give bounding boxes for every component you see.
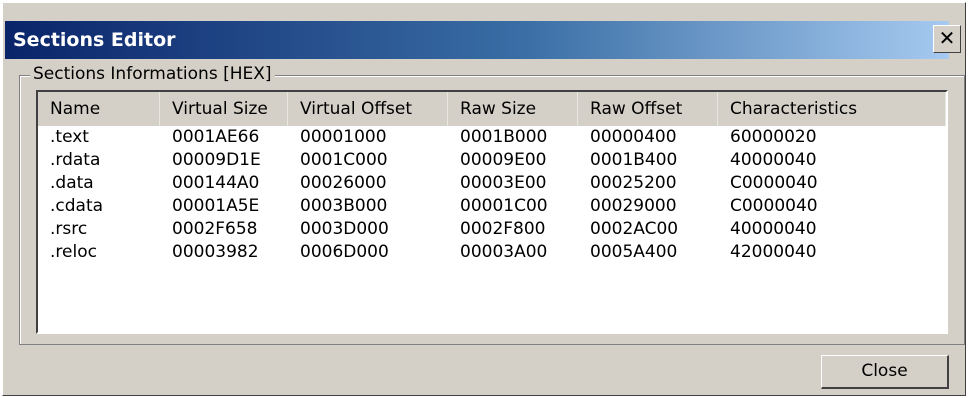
cell-virtual-size: 00001A5E (172, 196, 260, 216)
title-bar[interactable]: Sections Editor (5, 21, 949, 59)
column-header-raw-size[interactable]: Raw Size (448, 92, 578, 126)
cell-raw-offset: 00025200 (590, 173, 677, 193)
close-button[interactable]: Close (821, 355, 949, 389)
column-header-virtual-size[interactable]: Virtual Size (160, 92, 288, 126)
cell-virtual-offset: 0006D000 (300, 242, 389, 262)
cell-virtual-offset: 0003B000 (300, 196, 388, 216)
column-header-name[interactable]: Name (38, 92, 160, 126)
cell-name: .data (50, 173, 94, 193)
cell-name: .text (50, 127, 89, 147)
cell-virtual-size: 00003982 (172, 242, 259, 262)
cell-raw-offset: 0001B400 (590, 150, 678, 170)
table-row[interactable]: .rdata 00009D1E 0001C000 00009E00 0001B4… (38, 149, 946, 172)
cell-raw-offset: 00029000 (590, 196, 677, 216)
cell-raw-offset: 0005A400 (590, 242, 678, 262)
cell-raw-size: 00009E00 (460, 150, 547, 170)
cell-name: .cdata (50, 196, 104, 216)
group-legend: Sections Informations [HEX] (30, 64, 275, 84)
cell-virtual-offset: 0003D000 (300, 219, 389, 239)
column-header-raw-offset[interactable]: Raw Offset (578, 92, 718, 126)
close-glyph: ✕ (938, 26, 956, 50)
cell-characteristics: 40000040 (730, 219, 817, 239)
cell-characteristics: 60000020 (730, 127, 817, 147)
table-row[interactable]: .cdata 00001A5E 0003B000 00001C00 000290… (38, 195, 946, 218)
cell-virtual-size: 0001AE66 (172, 127, 260, 147)
cell-raw-size: 00003E00 (460, 173, 547, 193)
sections-list[interactable]: Name Virtual Size Virtual Offset Raw Siz… (36, 90, 948, 334)
list-rows: .text 0001AE66 00001000 0001B000 0000040… (38, 126, 946, 264)
cell-name: .reloc (50, 242, 97, 262)
cell-characteristics: 42000040 (730, 242, 817, 262)
table-row[interactable]: .reloc 00003982 0006D000 00003A00 0005A4… (38, 241, 946, 264)
column-header-characteristics[interactable]: Characteristics (718, 92, 946, 126)
cell-raw-size: 0001B000 (460, 127, 548, 147)
column-header-virtual-offset[interactable]: Virtual Offset (288, 92, 448, 126)
sections-info-group: Sections Informations [HEX] Name Virtual… (19, 64, 965, 345)
table-row[interactable]: .rsrc 0002F658 0003D000 0002F800 0002AC0… (38, 218, 946, 241)
cell-virtual-offset: 00001000 (300, 127, 387, 147)
close-button-label: Close (861, 361, 908, 381)
cell-raw-size: 00003A00 (460, 242, 548, 262)
cell-virtual-offset: 00026000 (300, 173, 387, 193)
cell-characteristics: C0000040 (730, 196, 818, 216)
cell-raw-offset: 0002AC00 (590, 219, 679, 239)
cell-raw-size: 0002F800 (460, 219, 546, 239)
cell-characteristics: C0000040 (730, 173, 818, 193)
table-row[interactable]: .text 0001AE66 00001000 0001B000 0000040… (38, 126, 946, 149)
close-icon[interactable]: ✕ (933, 25, 961, 53)
cell-raw-offset: 00000400 (590, 127, 677, 147)
list-header: Name Virtual Size Virtual Offset Raw Siz… (38, 92, 946, 126)
cell-name: .rdata (50, 150, 101, 170)
table-row[interactable]: .data 000144A0 00026000 00003E00 0002520… (38, 172, 946, 195)
cell-virtual-size: 0002F658 (172, 219, 258, 239)
cell-name: .rsrc (50, 219, 88, 239)
sections-editor-dialog: Sections Editor ✕ Sections Informations … (2, 2, 966, 396)
cell-characteristics: 40000040 (730, 150, 817, 170)
cell-virtual-offset: 0001C000 (300, 150, 388, 170)
dialog-title: Sections Editor (13, 29, 176, 51)
cell-raw-size: 00001C00 (460, 196, 548, 216)
cell-virtual-size: 00009D1E (172, 150, 261, 170)
cell-virtual-size: 000144A0 (172, 173, 260, 193)
